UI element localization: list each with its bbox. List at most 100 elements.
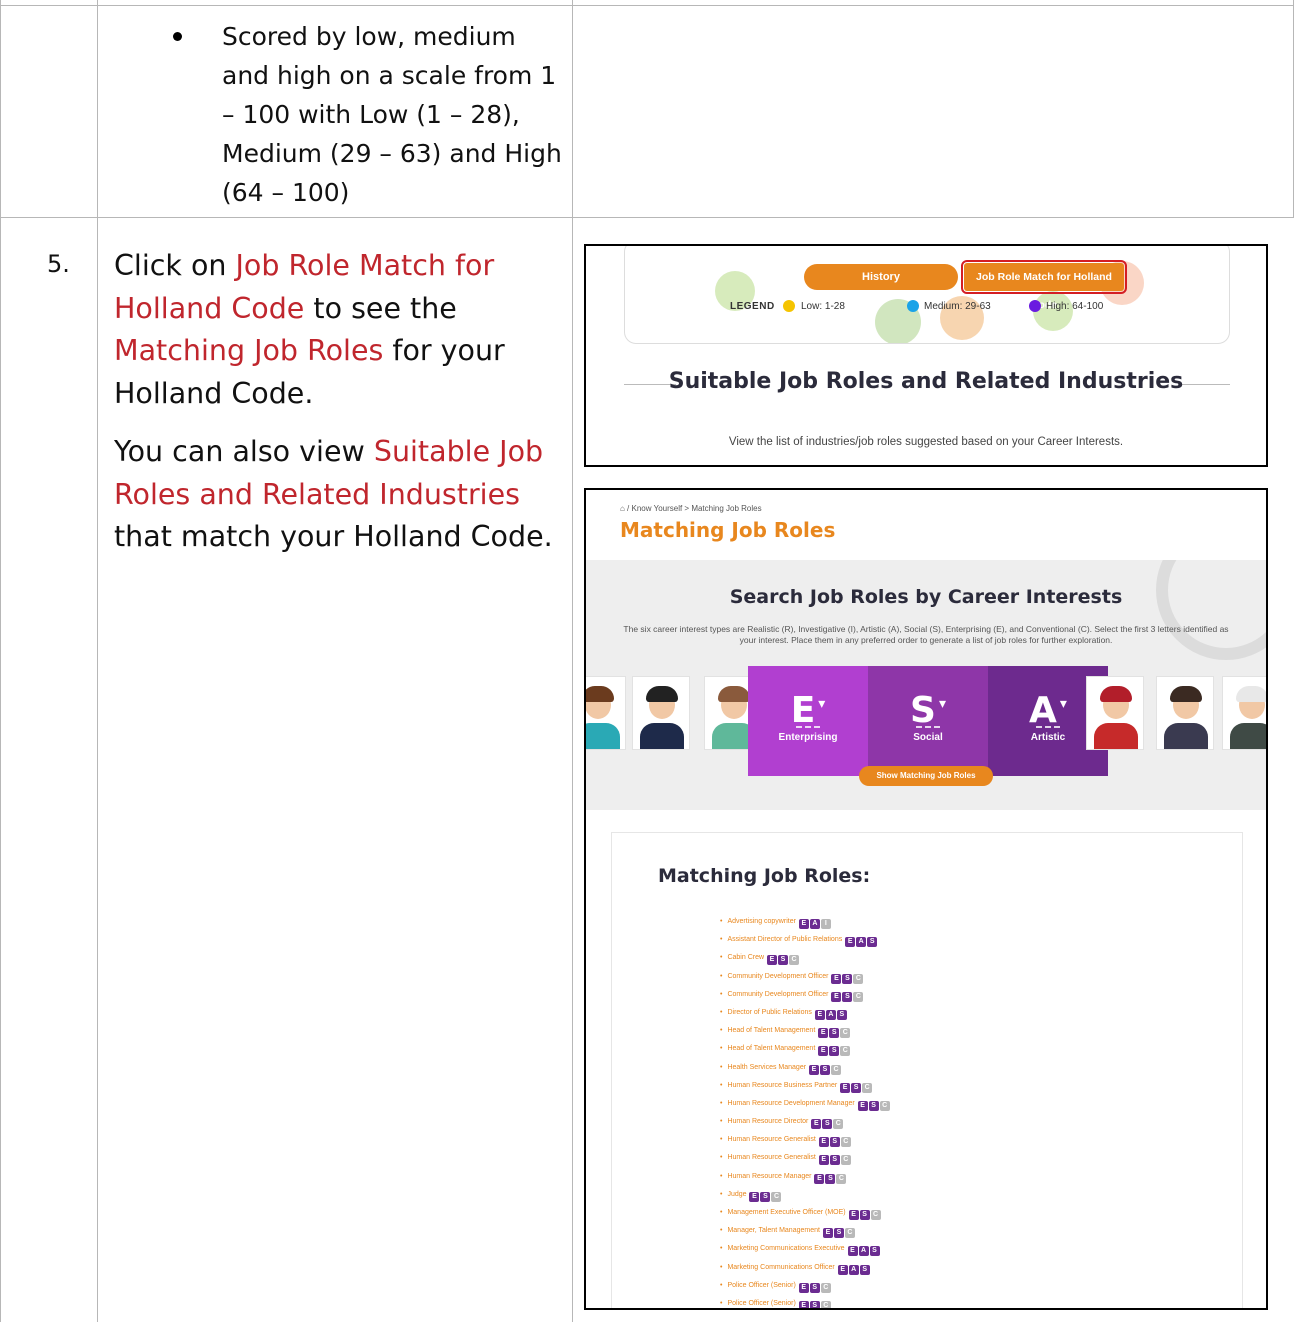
avatar-hair [586, 686, 614, 702]
job-role-match-button[interactable]: Job Role Match for Holland Code [961, 260, 1127, 311]
table-border-col2 [572, 0, 573, 1322]
avatar-body [1230, 723, 1266, 749]
table-border-right [1293, 0, 1294, 218]
chevron-down-icon[interactable]: ▾ [818, 696, 825, 712]
job-role-item[interactable]: Police Officer (Senior) ESC [720, 1277, 890, 1295]
job-role-link[interactable]: Police Officer (Senior) [727, 1300, 795, 1307]
job-role-item[interactable]: Human Resource Development Manager ESC [720, 1095, 890, 1113]
job-role-link[interactable]: Community Development Officer [727, 991, 828, 998]
avatar-hair [1236, 686, 1266, 702]
holland-code-tag: C [820, 1300, 831, 1308]
job-role-item[interactable]: Director of Public Relations EAS [720, 1004, 890, 1022]
holland-code-tag: E [818, 1137, 829, 1148]
matching-job-roles-card: Matching Job Roles: Advertising copywrit… [611, 832, 1243, 1308]
holland-code-tag: C [771, 1191, 782, 1202]
job-role-item[interactable]: Management Executive Officer (MOE) ESC [720, 1204, 890, 1222]
page-title: Matching Job Roles [620, 518, 836, 542]
code-box-enterprising[interactable]: E ▾ Enterprising [748, 666, 868, 776]
career-avatar[interactable] [586, 676, 626, 750]
job-role-link[interactable]: Human Resource Generalist [727, 1136, 815, 1143]
job-role-link[interactable]: Human Resource Development Manager [727, 1100, 854, 1107]
job-role-item[interactable]: Police Officer (Senior) ESC [720, 1295, 890, 1308]
holland-code-tag: S [851, 1082, 862, 1093]
holland-code-tag: S [825, 1173, 836, 1184]
career-avatar[interactable] [1086, 676, 1144, 750]
career-avatar[interactable] [632, 676, 690, 750]
history-button[interactable]: History [804, 264, 958, 290]
holland-code-tag: S [842, 991, 853, 1002]
job-role-item[interactable]: Assistant Director of Public Relations E… [720, 931, 890, 949]
holland-code-tag: S [822, 1119, 833, 1130]
legend-high-label: High: 64-100 [1046, 301, 1104, 312]
career-avatar[interactable] [1156, 676, 1214, 750]
code-name-social: Social [913, 732, 943, 743]
holland-code-tag: E [814, 1009, 825, 1020]
job-role-link[interactable]: Community Development Officer [727, 973, 828, 980]
job-role-link[interactable]: Health Services Manager [727, 1064, 806, 1071]
job-role-item[interactable]: Human Resource Generalist ESC [720, 1149, 890, 1167]
job-role-link[interactable]: Management Executive Officer (MOE) [727, 1209, 845, 1216]
job-role-link[interactable]: Judge [727, 1191, 746, 1198]
job-role-item[interactable]: Community Development Officer ESC [720, 986, 890, 1004]
career-avatar[interactable] [1222, 676, 1266, 750]
holland-code-tag: E [831, 973, 842, 984]
job-role-item[interactable]: Human Resource Manager ESC [720, 1168, 890, 1186]
code-letter-text: E [790, 690, 816, 731]
holland-code-tag: E [840, 1082, 851, 1093]
chevron-down-icon[interactable]: ▾ [939, 696, 946, 712]
holland-code-tag: E [809, 1064, 819, 1075]
job-role-link[interactable]: Assistant Director of Public Relations [727, 936, 842, 943]
avatar-body [1164, 723, 1208, 749]
job-role-link[interactable]: Human Resource Manager [727, 1173, 811, 1180]
search-description: The six career interest types are Realis… [623, 624, 1229, 645]
job-role-item[interactable]: Judge ESC [720, 1186, 890, 1204]
holland-code-tag: C [840, 1137, 851, 1148]
holland-code-tag: E [857, 1100, 868, 1111]
code-box-social[interactable]: S ▾ Social [868, 666, 988, 776]
job-role-link[interactable]: Marketing Communications Officer [727, 1264, 834, 1271]
job-role-link[interactable]: Manager, Talent Management [727, 1227, 820, 1234]
holland-code-tag: C [844, 1228, 855, 1239]
legend-medium-label: Medium: 29-63 [924, 301, 991, 312]
bullet-dot [173, 32, 182, 41]
job-role-link[interactable]: Human Resource Director [727, 1118, 808, 1125]
holland-code-tag: C [879, 1100, 890, 1111]
job-role-item[interactable]: Community Development Officer ESC [720, 968, 890, 986]
chevron-down-icon[interactable]: ▾ [1060, 696, 1067, 712]
legend-low-dot [783, 300, 795, 312]
job-role-link[interactable]: Police Officer (Senior) [727, 1282, 795, 1289]
job-role-link[interactable]: Cabin Crew [727, 954, 764, 961]
code-dashes [796, 726, 820, 728]
holland-code-tag: A [825, 1009, 836, 1020]
holland-code-tag: E [749, 1191, 760, 1202]
code-name-enterprising: Enterprising [778, 732, 838, 743]
job-role-item[interactable]: Marketing Communications Executive EAS [720, 1240, 890, 1258]
job-role-item[interactable]: Human Resource Generalist ESC [720, 1131, 890, 1149]
holland-code-tag: S [836, 1009, 847, 1020]
holland-code-tag: S [859, 1264, 870, 1275]
job-role-link[interactable]: Head of Talent Management [727, 1045, 815, 1052]
job-role-link[interactable]: Head of Talent Management [727, 1027, 815, 1034]
para2-post: that match your Holland Code. [114, 520, 553, 553]
job-role-item[interactable]: Manager, Talent Management ESC [720, 1222, 890, 1240]
job-role-link[interactable]: Director of Public Relations [727, 1009, 811, 1016]
job-role-item[interactable]: Advertising copywriter EAI [720, 913, 890, 931]
holland-code-tag: E [847, 1246, 858, 1257]
avatar-body [1094, 723, 1138, 749]
holland-code-tag: I [820, 919, 831, 929]
job-role-item[interactable]: Marketing Communications Officer EAS [720, 1259, 890, 1277]
job-role-item[interactable]: Head of Talent Management ESC [720, 1040, 890, 1058]
job-role-item[interactable]: Health Services Manager ESC [720, 1059, 890, 1077]
job-role-link[interactable]: Human Resource Generalist [727, 1154, 815, 1161]
breadcrumb[interactable]: ⌂ / Know Yourself > Matching Job Roles [620, 504, 762, 513]
job-role-item[interactable]: Human Resource Business Partner ESC [720, 1077, 890, 1095]
job-role-item[interactable]: Cabin Crew ESC [720, 949, 890, 967]
job-role-item[interactable]: Human Resource Director ESC [720, 1113, 890, 1131]
job-role-link[interactable]: Human Resource Business Partner [727, 1082, 837, 1089]
show-matching-job-roles-button[interactable]: Show Matching Job Roles [859, 766, 993, 786]
job-role-item[interactable]: Head of Talent Management ESC [720, 1022, 890, 1040]
job-role-link[interactable]: Marketing Communications Executive [727, 1245, 844, 1252]
holland-code-tag: S [869, 1246, 880, 1257]
holland-code-tag: C [836, 1173, 847, 1184]
job-role-link[interactable]: Advertising copywriter [727, 918, 795, 925]
